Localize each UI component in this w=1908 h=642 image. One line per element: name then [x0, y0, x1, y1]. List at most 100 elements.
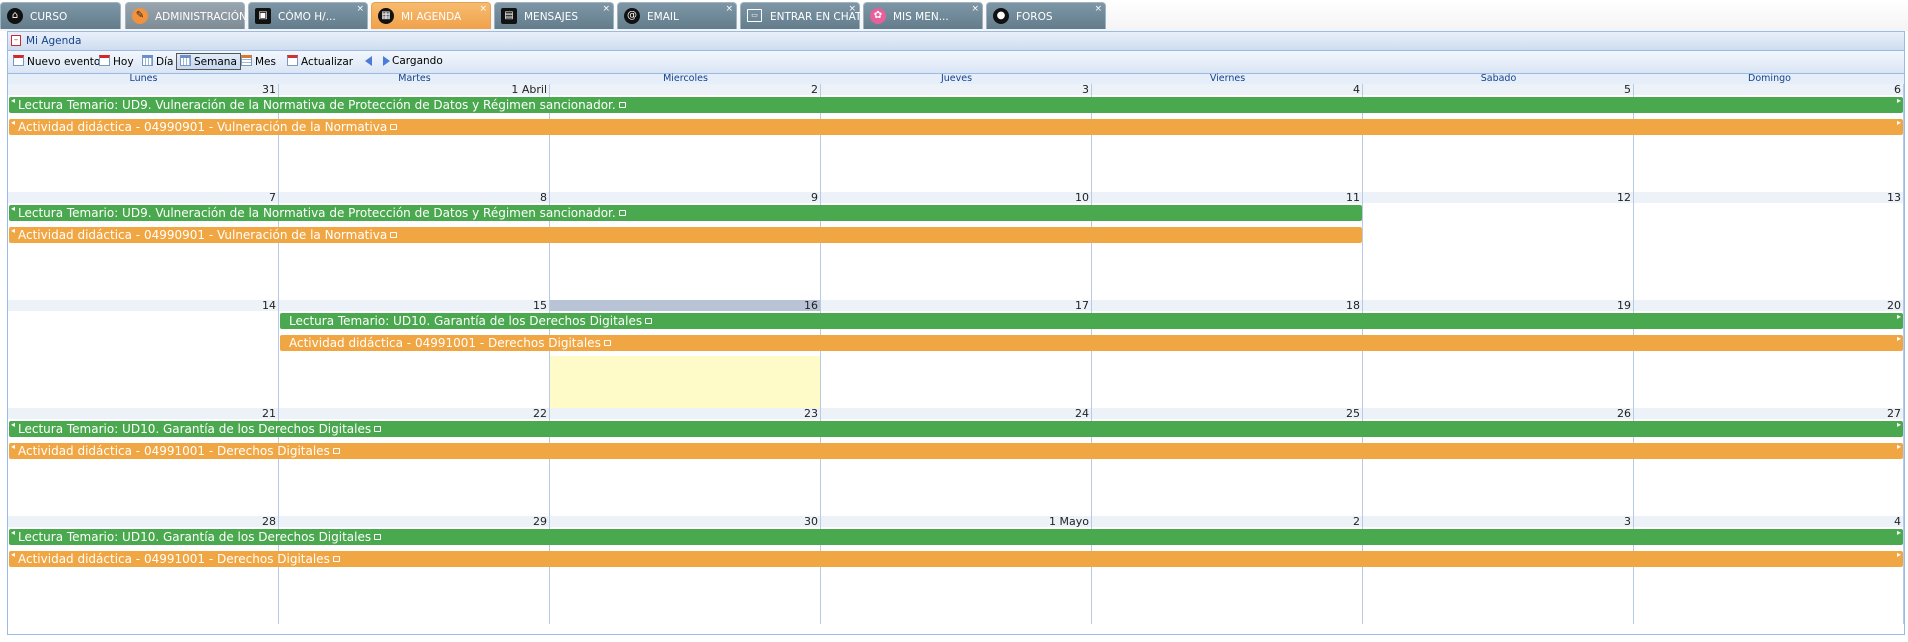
reading-event[interactable]: ◂ Lectura Temario: UD10. Garantía de los … [9, 421, 1903, 437]
previous-arrow-icon[interactable] [365, 56, 372, 66]
day-number[interactable]: 14 [8, 300, 278, 312]
day-number[interactable]: 9 [550, 192, 820, 204]
day-number[interactable]: 15 [279, 300, 549, 312]
close-icon[interactable]: × [725, 4, 733, 14]
lock-icon: ▣ [255, 8, 271, 24]
reading-event[interactable]: ◂ Lectura Temario: UD10. Garantía de los … [9, 529, 1903, 545]
home-icon: ⌂ [7, 8, 23, 24]
tab-como-hacer[interactable]: ▣ CÓMO H/... × [248, 2, 368, 29]
at-icon: @ [624, 8, 640, 24]
close-icon[interactable]: × [1094, 4, 1102, 14]
day-number[interactable]: 29 [279, 516, 549, 528]
continues-right-icon: ▸ [1896, 529, 1901, 537]
tab-mensajes[interactable]: ▤ MENSAJES × [494, 2, 614, 29]
refresh-icon [287, 55, 298, 66]
event-title: Lectura Temario: UD9. Vulneración de la … [18, 206, 616, 220]
day-number[interactable]: 16 [550, 300, 820, 312]
event-info-icon [332, 448, 340, 454]
refresh-button[interactable]: Actualizar [283, 53, 357, 70]
day-number[interactable]: 1 Mayo [821, 516, 1091, 528]
activity-event[interactable]: ◂ Actividad didáctica - 04991001 - Derech… [9, 551, 1903, 567]
day-number[interactable]: 11 [1092, 192, 1362, 204]
activity-event[interactable]: ◂ Actividad didáctica - 04990901 - Vulner… [9, 227, 1362, 243]
continues-left-icon: ◂ [11, 205, 16, 213]
day-number[interactable]: 6 [1634, 84, 1903, 96]
tab-administracion[interactable]: ✎ ADMINISTRACIÓN [125, 2, 247, 29]
speech-bubble-icon: ● [993, 8, 1009, 24]
day-number[interactable]: 31 [8, 84, 278, 96]
day-number[interactable]: 21 [8, 408, 278, 420]
day-number[interactable]: 2 [550, 84, 820, 96]
day-number[interactable]: 2 [1092, 516, 1362, 528]
day-number[interactable]: 13 [1634, 192, 1903, 204]
event-info-icon [332, 556, 340, 562]
close-icon[interactable]: × [848, 4, 856, 14]
day-number[interactable]: 17 [821, 300, 1091, 312]
day-cell[interactable]: 13 [1634, 192, 1904, 300]
agenda-panel: – Mi Agenda Nuevo evento Hoy Día Semana … [7, 31, 1905, 635]
reading-event[interactable]: ◂ Lectura Temario: UD9. Vulneración de la… [9, 205, 1362, 221]
continues-right-icon: ▸ [1896, 119, 1901, 127]
tab-entrar-en-chat[interactable]: ▭ ENTRAR EN CHAT × [740, 2, 861, 29]
activity-event[interactable]: ◂ Actividad didáctica - 04990901 - Vulner… [9, 119, 1903, 135]
day-number[interactable]: 20 [1634, 300, 1903, 312]
weekday-header: Lunes [129, 73, 158, 84]
day-view-button[interactable]: Día [138, 53, 177, 70]
day-number[interactable]: 8 [279, 192, 549, 204]
day-number[interactable]: 3 [1363, 516, 1633, 528]
activity-event[interactable]: Actividad didáctica - 04991001 - Derecho… [280, 335, 1903, 351]
day-cell[interactable]: 12 [1363, 192, 1634, 300]
reading-event[interactable]: ◂ Lectura Temario: UD9. Vulneración de la… [9, 97, 1903, 113]
tab-foros[interactable]: ● FOROS × [986, 2, 1106, 29]
new-event-button[interactable]: Nuevo evento [9, 53, 104, 70]
day-number[interactable]: 22 [279, 408, 549, 420]
continues-right-icon: ▸ [1896, 313, 1901, 321]
day-number[interactable]: 30 [550, 516, 820, 528]
event-title: Lectura Temario: UD10. Garantía de los D… [18, 530, 372, 544]
week-view-button[interactable]: Semana [176, 53, 241, 70]
day-number[interactable]: 5 [1363, 84, 1633, 96]
today-button[interactable]: Hoy [95, 53, 138, 70]
close-icon[interactable]: × [356, 4, 364, 14]
day-number[interactable]: 4 [1634, 516, 1903, 528]
day-number[interactable]: 1 Abril [279, 84, 549, 96]
event-info-icon [374, 426, 382, 432]
event-info-icon [390, 232, 398, 238]
event-title: Actividad didáctica - 04991001 - Derecho… [18, 444, 330, 458]
event-info-icon [618, 210, 626, 216]
day-number[interactable]: 28 [8, 516, 278, 528]
tab-label: MI AGENDA [401, 11, 462, 23]
day-number[interactable]: 12 [1363, 192, 1633, 204]
today-label: Hoy [113, 56, 134, 68]
event-title: Actividad didáctica - 04991001 - Derecho… [289, 336, 601, 350]
flower-icon: ✿ [870, 8, 886, 24]
tab-mi-agenda[interactable]: ▦ MI AGENDA × [371, 2, 491, 29]
day-number[interactable]: 24 [821, 408, 1091, 420]
tab-email[interactable]: @ EMAIL × [617, 2, 737, 29]
day-number[interactable]: 4 [1092, 84, 1362, 96]
day-number[interactable]: 3 [821, 84, 1091, 96]
panel-title: Mi Agenda [26, 35, 82, 47]
month-view-button[interactable]: Mes [237, 53, 280, 70]
close-icon[interactable]: × [971, 4, 979, 14]
day-view-label: Día [156, 56, 174, 68]
day-number[interactable]: 23 [550, 408, 820, 420]
reading-event[interactable]: Lectura Temario: UD10. Garantía de los D… [280, 313, 1903, 329]
tab-mis-mensajes[interactable]: ✿ MIS MEN... × [863, 2, 983, 29]
day-number[interactable]: 7 [8, 192, 278, 204]
day-number[interactable]: 27 [1634, 408, 1903, 420]
next-arrow-icon[interactable] [383, 56, 390, 66]
week-row: 7 8 9 10 11 12 13 ◂ Lectura Temario: UD9. Vulner… [8, 192, 1904, 300]
event-title: Lectura Temario: UD10. Garantía de los D… [289, 314, 643, 328]
day-number[interactable]: 25 [1092, 408, 1362, 420]
day-number[interactable]: 18 [1092, 300, 1362, 312]
week-view-label: Semana [194, 56, 237, 68]
close-icon[interactable]: × [602, 4, 610, 14]
activity-event[interactable]: ◂ Actividad didáctica - 04991001 - Derech… [9, 443, 1903, 459]
day-number[interactable]: 26 [1363, 408, 1633, 420]
tab-curso[interactable]: ⌂ CURSO [0, 2, 121, 29]
day-cell[interactable]: 14 [8, 300, 279, 408]
close-icon[interactable]: × [479, 4, 487, 14]
day-number[interactable]: 19 [1363, 300, 1633, 312]
day-number[interactable]: 10 [821, 192, 1091, 204]
